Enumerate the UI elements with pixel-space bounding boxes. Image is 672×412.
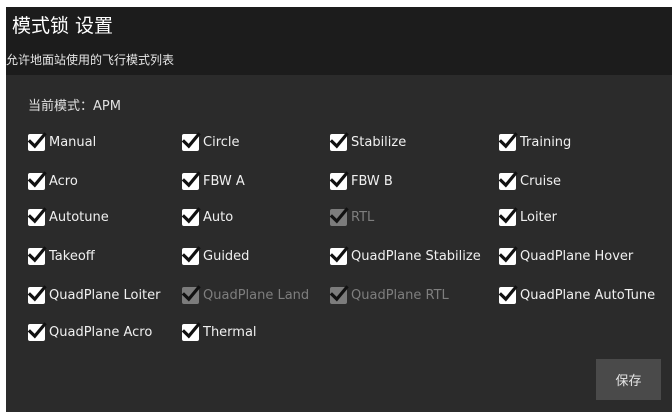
checkmark-icon: [27, 131, 47, 149]
mode-label: FBW A: [203, 173, 245, 189]
mode-label: FBW B: [351, 173, 393, 189]
checkmark-icon: [27, 206, 47, 224]
mode-checkbox-quadplane-stabilize[interactable]: [329, 245, 349, 265]
checkmark-icon: [329, 170, 349, 188]
mode-label: Manual: [49, 134, 97, 150]
save-button[interactable]: 保存: [596, 359, 661, 400]
mode-checkbox-fbw-b[interactable]: [329, 170, 349, 190]
mode-label: Autotune: [49, 209, 109, 225]
mode-option-thermal[interactable]: Thermal: [181, 321, 257, 343]
dialog-header: 模式锁 设置 允许地面站使用的飞行模式列表: [6, 7, 672, 75]
mode-checkbox-quadplane-rtl: [329, 284, 349, 304]
checkmark-icon: [181, 131, 201, 149]
mode-option-takeoff[interactable]: Takeoff: [27, 245, 95, 267]
mode-lock-dialog: 模式锁 设置 允许地面站使用的飞行模式列表 当前模式：APM Manual Cir…: [6, 7, 672, 412]
mode-checkbox-training[interactable]: [498, 131, 518, 151]
mode-label: Cruise: [520, 173, 562, 189]
mode-label: Circle: [203, 134, 240, 150]
mode-checkbox-fbw-a[interactable]: [181, 170, 201, 190]
mode-option-quadplane-acro[interactable]: QuadPlane Acro: [27, 321, 153, 343]
mode-option-auto[interactable]: Auto: [181, 206, 234, 228]
mode-label: QuadPlane Loiter: [49, 287, 161, 303]
checkmark-icon: [329, 206, 349, 224]
mode-label: QuadPlane Stabilize: [351, 248, 481, 264]
mode-checkbox-rtl: [329, 206, 349, 226]
mode-label: Thermal: [203, 324, 257, 340]
checkmark-icon: [498, 131, 518, 149]
mode-label: QuadPlane RTL: [351, 287, 449, 303]
mode-option-guided[interactable]: Guided: [181, 245, 250, 267]
mode-label: QuadPlane Acro: [49, 324, 153, 340]
mode-option-circle[interactable]: Circle: [181, 131, 240, 153]
mode-option-cruise[interactable]: Cruise: [498, 170, 562, 192]
checkmark-icon: [27, 170, 47, 188]
mode-checkbox-cruise[interactable]: [498, 170, 518, 190]
mode-label: Acro: [49, 173, 78, 189]
mode-checkbox-autotune[interactable]: [27, 206, 47, 226]
mode-checkbox-quadplane-loiter[interactable]: [27, 284, 47, 304]
mode-label: Auto: [203, 209, 234, 225]
mode-option-training[interactable]: Training: [498, 131, 572, 153]
mode-option-fbw-a[interactable]: FBW A: [181, 170, 245, 192]
checkmark-icon: [27, 245, 47, 263]
mode-option-stabilize[interactable]: Stabilize: [329, 131, 407, 153]
mode-label: Stabilize: [351, 134, 407, 150]
checkmark-icon: [27, 284, 47, 302]
mode-option-quadplane-loiter[interactable]: QuadPlane Loiter: [27, 284, 161, 306]
checkmark-icon: [181, 206, 201, 224]
dialog-title: 模式锁 设置: [12, 15, 114, 37]
mode-checkbox-acro[interactable]: [27, 170, 47, 190]
checkmark-icon: [329, 245, 349, 263]
mode-checkbox-manual[interactable]: [27, 131, 47, 151]
mode-checkbox-guided[interactable]: [181, 245, 201, 265]
mode-label: RTL: [351, 209, 375, 225]
mode-label: Takeoff: [49, 248, 95, 264]
mode-option-manual[interactable]: Manual: [27, 131, 97, 153]
mode-option-quadplane-hover[interactable]: QuadPlane Hover: [498, 245, 634, 267]
mode-label: Loiter: [520, 209, 558, 225]
mode-checkbox-loiter[interactable]: [498, 206, 518, 226]
mode-option-acro[interactable]: Acro: [27, 170, 78, 192]
mode-label: QuadPlane AutoTune: [520, 287, 656, 303]
checkmark-icon: [498, 170, 518, 188]
checkmark-icon: [181, 245, 201, 263]
mode-checkbox-auto[interactable]: [181, 206, 201, 226]
checkmark-icon: [181, 284, 201, 302]
mode-option-quadplane-rtl: QuadPlane RTL: [329, 284, 449, 306]
mode-option-fbw-b[interactable]: FBW B: [329, 170, 393, 192]
mode-checkbox-quadplane-autotune[interactable]: [498, 284, 518, 304]
mode-label: Guided: [203, 248, 250, 264]
mode-option-quadplane-land: QuadPlane Land: [181, 284, 310, 306]
mode-option-autotune[interactable]: Autotune: [27, 206, 109, 228]
current-mode-label: 当前模式：APM: [28, 99, 121, 114]
mode-checkbox-takeoff[interactable]: [27, 245, 47, 265]
mode-checkbox-quadplane-hover[interactable]: [498, 245, 518, 265]
mode-label: Training: [520, 134, 572, 150]
mode-label: QuadPlane Hover: [520, 248, 634, 264]
checkmark-icon: [181, 170, 201, 188]
mode-option-loiter[interactable]: Loiter: [498, 206, 558, 228]
checkmark-icon: [27, 321, 47, 339]
checkmark-icon: [498, 206, 518, 224]
mode-option-quadplane-autotune[interactable]: QuadPlane AutoTune: [498, 284, 656, 306]
mode-checkbox-quadplane-acro[interactable]: [27, 321, 47, 341]
dialog-subtitle: 允许地面站使用的飞行模式列表: [6, 53, 175, 67]
mode-option-rtl: RTL: [329, 206, 375, 228]
mode-checkbox-quadplane-land: [181, 284, 201, 304]
checkmark-icon: [498, 284, 518, 302]
checkmark-icon: [498, 245, 518, 263]
checkmark-icon: [329, 131, 349, 149]
checkmark-icon: [181, 321, 201, 339]
checkmark-icon: [329, 284, 349, 302]
mode-checkbox-thermal[interactable]: [181, 321, 201, 341]
mode-checkbox-stabilize[interactable]: [329, 131, 349, 151]
mode-checkbox-circle[interactable]: [181, 131, 201, 151]
mode-label: QuadPlane Land: [203, 287, 310, 303]
mode-option-quadplane-stabilize[interactable]: QuadPlane Stabilize: [329, 245, 481, 267]
